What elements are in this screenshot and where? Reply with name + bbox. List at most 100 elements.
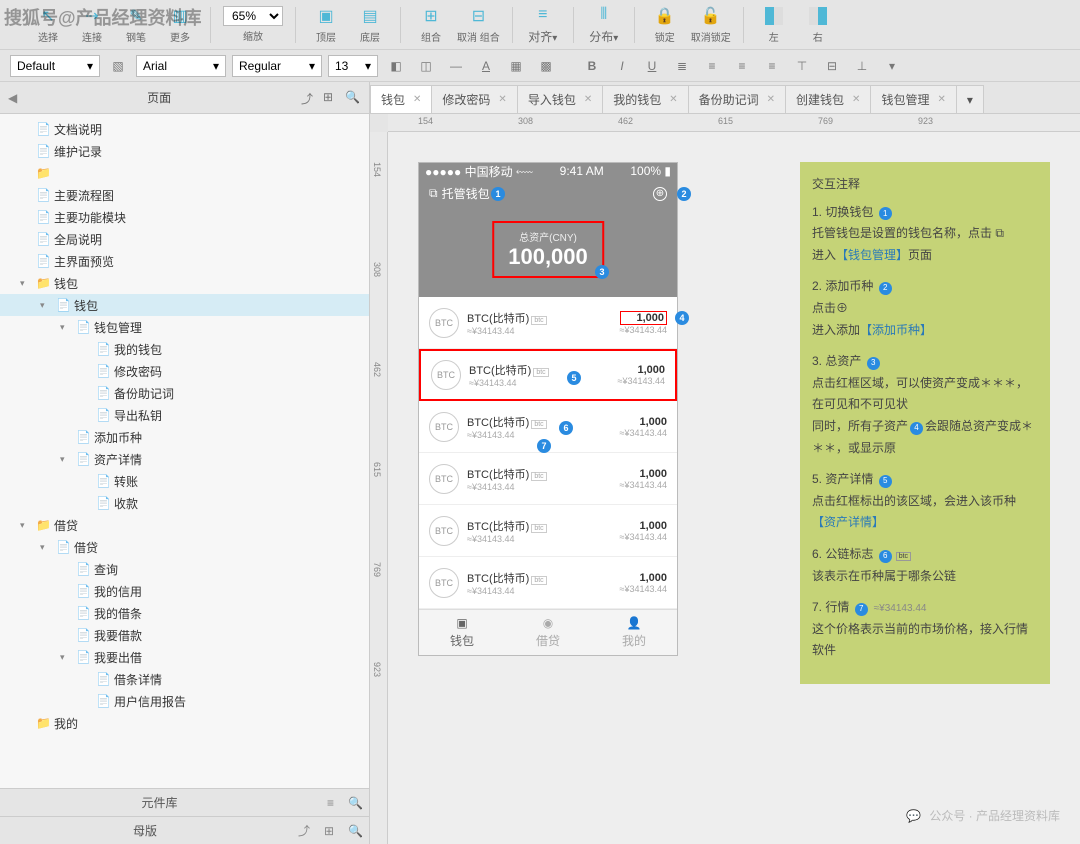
- tree-item[interactable]: ▾📄钱包管理: [0, 316, 369, 338]
- coin-row[interactable]: BTCBTC(比特币)btc≈¥34143.441,000≈¥34143.44: [419, 453, 677, 505]
- align-r-icon[interactable]: ≡: [760, 55, 784, 77]
- add-page-icon[interactable]: ⊞: [323, 90, 339, 106]
- border-icon[interactable]: ◫: [414, 55, 438, 77]
- bullets-icon[interactable]: ≣: [670, 55, 694, 77]
- tree-item[interactable]: 📄主界面预览: [0, 250, 369, 272]
- valign-t-icon[interactable]: ⊤: [790, 55, 814, 77]
- tab[interactable]: 钱包✕: [370, 85, 432, 113]
- tabs-overflow[interactable]: ▾: [956, 85, 984, 113]
- shadow-out-icon[interactable]: ▦: [504, 55, 528, 77]
- tree-item[interactable]: 📄主要功能模块: [0, 206, 369, 228]
- font-select[interactable]: Arial▾: [136, 55, 226, 77]
- tab[interactable]: 钱包管理✕: [870, 85, 956, 113]
- tree-item[interactable]: 📄借条详情: [0, 668, 369, 690]
- document-tabs: 钱包✕修改密码✕导入钱包✕我的钱包✕备份助记词✕创建钱包✕钱包管理✕▾: [370, 82, 1080, 114]
- tab[interactable]: 创建钱包✕: [785, 85, 871, 113]
- align-btn[interactable]: ≡对齐▾: [525, 4, 561, 45]
- underline-icon[interactable]: U: [640, 55, 664, 77]
- align-right-btn[interactable]: 右: [800, 5, 836, 44]
- lock-btn[interactable]: 🔒锁定: [647, 5, 683, 44]
- tree-item[interactable]: 📄我的钱包: [0, 338, 369, 360]
- valign-b-icon[interactable]: ⊥: [850, 55, 874, 77]
- tab[interactable]: 我的钱包✕: [602, 85, 688, 113]
- tree-item[interactable]: 📁: [0, 162, 369, 184]
- nav-me[interactable]: 👤我的: [591, 610, 677, 655]
- tree-item[interactable]: 📄导出私钥: [0, 404, 369, 426]
- tree-item[interactable]: 📄查询: [0, 558, 369, 580]
- ruler-horizontal: 154308462615769923: [388, 114, 1080, 132]
- tree-item[interactable]: 📄文档说明: [0, 118, 369, 140]
- close-icon[interactable]: ✕: [498, 94, 506, 105]
- tree-item[interactable]: 📁我的: [0, 712, 369, 734]
- send-back-btn[interactable]: ▤底层: [352, 5, 388, 44]
- tree-item[interactable]: 📄用户信用报告: [0, 690, 369, 712]
- italic-icon[interactable]: I: [610, 55, 634, 77]
- tree-item[interactable]: 📄维护记录: [0, 140, 369, 162]
- left-panel: ◀ 页面 ⤴ ⊞ 🔍 📄文档说明📄维护记录📁📄主要流程图📄主要功能模块📄全局说明…: [0, 82, 370, 844]
- tree-item[interactable]: 📄全局说明: [0, 228, 369, 250]
- close-icon[interactable]: ✕: [669, 94, 677, 105]
- paint-icon[interactable]: ▧: [106, 55, 130, 77]
- zoom-control[interactable]: 65%缩放: [223, 6, 283, 43]
- wallet-switch-icon[interactable]: ⧉: [429, 186, 438, 201]
- tree-item[interactable]: ▾📄借贷: [0, 536, 369, 558]
- coin-row[interactable]: BTCBTC(比特币)btc≈¥34143.441,000≈¥34143.44: [419, 557, 677, 609]
- tree-item[interactable]: ▾📁钱包: [0, 272, 369, 294]
- canvas[interactable]: ●●●●● 中国移动 ⬳9:41 AM100% ▮ ⧉托管钱包 ⊕ 总资产(CN…: [388, 132, 1080, 844]
- valign-m-icon[interactable]: ⊟: [820, 55, 844, 77]
- tree-item[interactable]: 📄转账: [0, 470, 369, 492]
- coin-row[interactable]: BTCBTC(比特币)btc≈¥34143.441,000≈¥34143.44: [419, 505, 677, 557]
- nav-loan[interactable]: ◉借贷: [505, 610, 591, 655]
- tree-item[interactable]: 📄我要借款: [0, 624, 369, 646]
- coin-row[interactable]: BTCBTC(比特币)btc≈¥34143.441,000≈¥34143.44: [419, 349, 677, 401]
- tree-item[interactable]: 📄备份助记词: [0, 382, 369, 404]
- style-select[interactable]: Default▾: [10, 55, 100, 77]
- bring-front-btn[interactable]: ▣顶层: [308, 5, 344, 44]
- unlock-btn[interactable]: 🔓取消锁定: [691, 5, 731, 44]
- close-icon[interactable]: ✕: [937, 94, 945, 105]
- fill-icon[interactable]: ◧: [384, 55, 408, 77]
- tree-item[interactable]: 📄添加币种: [0, 426, 369, 448]
- align-l-icon[interactable]: ≡: [700, 55, 724, 77]
- export-icon[interactable]: ⤴: [301, 90, 317, 106]
- tree-item[interactable]: ▾📄我要出借: [0, 646, 369, 668]
- annotation-marker: 7: [537, 439, 551, 453]
- line-icon[interactable]: —: [444, 55, 468, 77]
- close-icon[interactable]: ✕: [852, 94, 860, 105]
- nav-wallet[interactable]: ▣钱包: [419, 610, 505, 655]
- page-tree[interactable]: 📄文档说明📄维护记录📁📄主要流程图📄主要功能模块📄全局说明📄主界面预览▾📁钱包▾…: [0, 114, 369, 788]
- distribute-btn[interactable]: ⦀分布▾: [586, 4, 622, 45]
- masters-panel-header[interactable]: 母版⤴⊞🔍: [0, 816, 369, 844]
- size-select[interactable]: 13▾: [328, 55, 378, 77]
- ungroup-btn[interactable]: ⊟取消 组合: [457, 5, 500, 44]
- tree-item[interactable]: 📄修改密码: [0, 360, 369, 382]
- close-icon[interactable]: ✕: [413, 94, 421, 105]
- close-icon[interactable]: ✕: [767, 94, 775, 105]
- tab[interactable]: 备份助记词✕: [688, 85, 786, 113]
- total-asset-box[interactable]: 总资产(CNY) 100,000: [492, 221, 604, 278]
- more-opts-icon[interactable]: ▾: [880, 55, 904, 77]
- annotation-marker: 5: [567, 371, 581, 385]
- group-btn[interactable]: ⊞组合: [413, 5, 449, 44]
- tree-item[interactable]: 📄收款: [0, 492, 369, 514]
- text-color-icon[interactable]: A: [474, 55, 498, 77]
- tree-item[interactable]: ▾📁借贷: [0, 514, 369, 536]
- tab[interactable]: 导入钱包✕: [517, 85, 603, 113]
- tree-item[interactable]: ▾📄钱包: [0, 294, 369, 316]
- tree-item[interactable]: 📄主要流程图: [0, 184, 369, 206]
- tree-item[interactable]: 📄我的信用: [0, 580, 369, 602]
- elements-panel-header[interactable]: 元件库≡🔍: [0, 788, 369, 816]
- tree-item[interactable]: 📄我的借条: [0, 602, 369, 624]
- align-c-icon[interactable]: ≡: [730, 55, 754, 77]
- tree-item[interactable]: ▾📄资产详情: [0, 448, 369, 470]
- align-left-btn[interactable]: 左: [756, 5, 792, 44]
- coin-row[interactable]: BTCBTC(比特币)btc≈¥34143.441,000≈¥34143.44: [419, 297, 677, 349]
- shadow-in-icon[interactable]: ▩: [534, 55, 558, 77]
- close-icon[interactable]: ✕: [584, 94, 592, 105]
- weight-select[interactable]: Regular▾: [232, 55, 322, 77]
- phone-statusbar: ●●●●● 中国移动 ⬳9:41 AM100% ▮: [419, 163, 677, 179]
- tab[interactable]: 修改密码✕: [431, 85, 517, 113]
- add-coin-icon[interactable]: ⊕: [653, 187, 667, 201]
- bold-icon[interactable]: B: [580, 55, 604, 77]
- search-icon[interactable]: 🔍: [345, 90, 361, 106]
